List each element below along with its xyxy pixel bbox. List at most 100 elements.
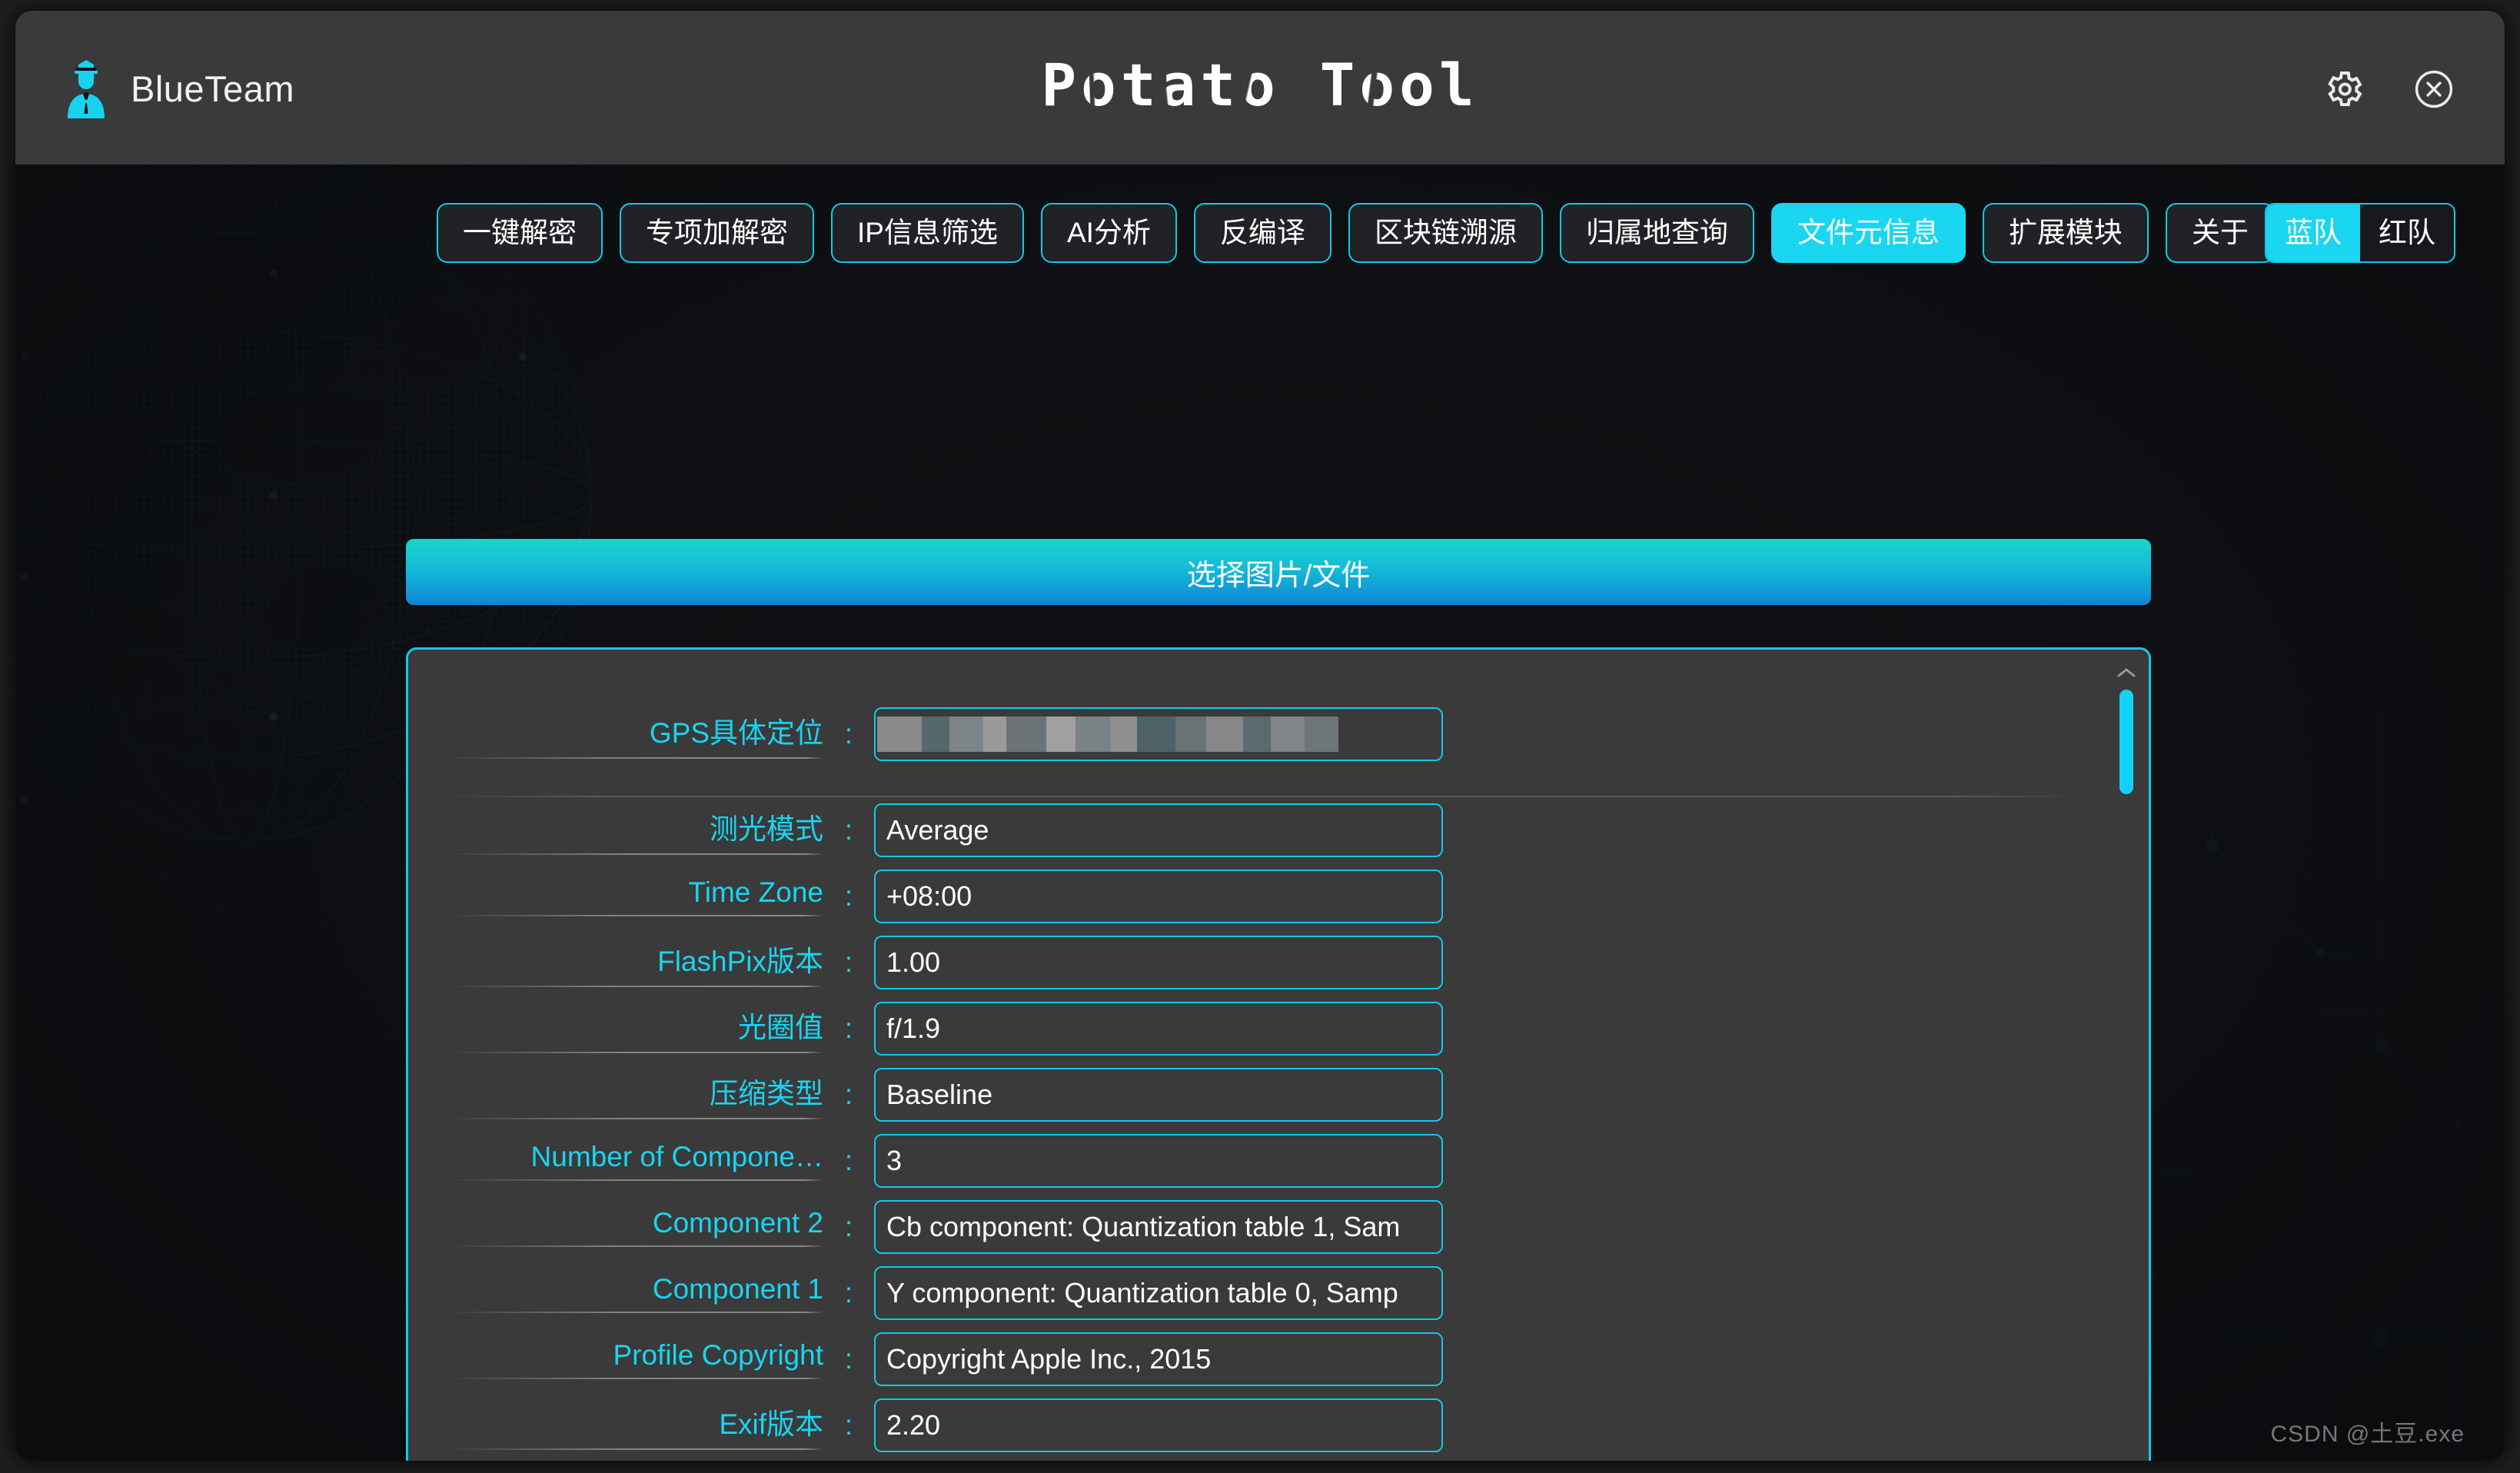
label-value-separator: : xyxy=(823,1012,874,1045)
tab-list: 一键解密 专项加解密 IP信息筛选 AI分析 反编译 区块链溯源 归属地查询 文… xyxy=(437,203,2275,263)
table-row: 压缩类型 : Baseline xyxy=(408,1062,2110,1128)
metadata-value[interactable]: f/1.9 xyxy=(874,1002,1443,1056)
label-underline xyxy=(447,986,823,987)
label-value-separator: : xyxy=(823,1409,874,1441)
app-root: BlueTeam Potato Tool xyxy=(0,0,2520,1473)
table-row: FlashPix版本 : 1.00 xyxy=(408,929,2110,996)
metadata-label-wrap: Time Zone xyxy=(439,876,823,916)
label-underline xyxy=(447,1118,823,1119)
metadata-label-wrap: Component 1 xyxy=(439,1273,823,1313)
metadata-label-wrap: 压缩类型 xyxy=(439,1070,823,1119)
metadata-value[interactable]: 3 xyxy=(874,1134,1443,1188)
metadata-label: 光圈值 xyxy=(439,1004,823,1046)
metadata-label-wrap: Component 2 xyxy=(439,1207,823,1247)
metadata-value[interactable]: Y component: Quantization table 0, Samp xyxy=(874,1266,1443,1320)
app-title-text: Potato Tool xyxy=(1041,51,1478,119)
label-underline xyxy=(447,1378,823,1379)
tab-about[interactable]: 关于 xyxy=(2166,203,2275,263)
tab-blockchain-trace[interactable]: 区块链溯源 xyxy=(1348,203,1543,263)
table-row: Profile Copyright : Copyright Apple Inc.… xyxy=(408,1326,2110,1392)
table-row: 光圈值 : f/1.9 xyxy=(408,996,2110,1062)
metadata-label: Profile Copyright xyxy=(439,1339,823,1372)
metadata-value[interactable]: Average xyxy=(874,803,1443,857)
watermark: CSDN @土豆.exe xyxy=(2271,1415,2465,1448)
table-row: 测光模式 : Average xyxy=(408,797,2110,863)
tab-location-lookup[interactable]: 归属地查询 xyxy=(1560,203,1754,263)
metadata-label: 测光模式 xyxy=(439,806,823,847)
metadata-label: GPS具体定位 xyxy=(439,710,823,751)
metadata-value[interactable]: Baseline xyxy=(874,1068,1443,1122)
metadata-row-list: GPS具体定位 : 3栋3/4层 xyxy=(408,650,2110,1461)
metadata-label-wrap: FlashPix版本 xyxy=(439,938,823,987)
table-row: Exif版本 : 2.20 xyxy=(408,1392,2110,1458)
title-bar: BlueTeam Potato Tool xyxy=(15,11,2505,165)
label-underline xyxy=(447,853,823,855)
tab-file-metadata[interactable]: 文件元信息 xyxy=(1771,203,1966,263)
gear-icon[interactable] xyxy=(2322,68,2365,111)
label-value-separator: : xyxy=(823,1277,874,1309)
table-row: Component 2 : Cb component: Quantization… xyxy=(408,1194,2110,1260)
label-value-separator: : xyxy=(823,1145,874,1177)
navigation-bar: 一键解密 专项加解密 IP信息筛选 AI分析 反编译 区块链溯源 归属地查询 文… xyxy=(15,203,2505,272)
window-controls xyxy=(2322,68,2455,111)
tab-extensions[interactable]: 扩展模块 xyxy=(1983,203,2149,263)
label-underline xyxy=(447,757,823,759)
metadata-label-wrap: Exif版本 xyxy=(439,1401,823,1450)
metadata-value[interactable]: Cb component: Quantization table 1, Sam xyxy=(874,1200,1443,1254)
table-row: Time Zone : +08:00 xyxy=(408,863,2110,929)
chevron-up-icon[interactable] xyxy=(2110,657,2143,688)
metadata-value[interactable]: +08:00 xyxy=(874,870,1443,923)
metadata-label: Time Zone xyxy=(439,876,823,909)
label-underline xyxy=(447,1448,823,1450)
metadata-panel: GPS具体定位 : 3栋3/4层 xyxy=(406,647,2151,1461)
close-circle-icon[interactable] xyxy=(2412,68,2455,111)
metadata-label: Exif版本 xyxy=(439,1401,823,1442)
label-underline xyxy=(447,1245,823,1247)
table-row: Component 1 : Y component: Quantization … xyxy=(408,1260,2110,1326)
label-value-separator: : xyxy=(823,1211,874,1243)
metadata-value-text: 3栋3/4层 xyxy=(886,718,996,750)
table-row: Number of Compone… : 3 xyxy=(408,1128,2110,1194)
scrollbar-track[interactable] xyxy=(2119,690,2133,1461)
metadata-label-wrap: 光圈值 xyxy=(439,1004,823,1053)
metadata-label-wrap: GPS具体定位 xyxy=(439,710,823,759)
page-title: Potato Tool xyxy=(15,51,2505,119)
metadata-label: 压缩类型 xyxy=(439,1070,823,1112)
metadata-label-wrap: 测光模式 xyxy=(439,806,823,855)
tab-special-encrypt-decrypt[interactable]: 专项加解密 xyxy=(620,203,814,263)
metadata-label: FlashPix版本 xyxy=(439,938,823,979)
tab-ai-analysis[interactable]: AI分析 xyxy=(1041,203,1177,263)
label-value-separator: : xyxy=(823,718,874,750)
label-underline xyxy=(447,915,823,916)
metadata-label-wrap: Profile Copyright xyxy=(439,1339,823,1379)
table-row: GPS Time-Stamp : 03:31:01.000 UTC xyxy=(408,1458,2110,1461)
team-option-red[interactable]: 红队 xyxy=(2360,204,2454,261)
tab-ip-filter[interactable]: IP信息筛选 xyxy=(831,203,1024,263)
label-value-separator: : xyxy=(823,946,874,979)
metadata-value[interactable]: Copyright Apple Inc., 2015 xyxy=(874,1332,1443,1386)
table-row: GPS具体定位 : 3栋3/4层 xyxy=(408,676,2110,793)
metadata-value[interactable]: 2.20 xyxy=(874,1398,1443,1452)
metadata-value[interactable]: 1.00 xyxy=(874,936,1443,989)
panel-scrollbar[interactable] xyxy=(2110,650,2143,1461)
label-underline xyxy=(447,1179,823,1181)
team-toggle: 蓝队 红队 xyxy=(2265,203,2455,263)
application-window: BlueTeam Potato Tool xyxy=(15,11,2505,1461)
body-area: 一键解密 专项加解密 IP信息筛选 AI分析 反编译 区块链溯源 归属地查询 文… xyxy=(15,165,2505,1461)
metadata-label-wrap: Number of Compone… xyxy=(439,1141,823,1181)
label-underline xyxy=(447,1312,823,1313)
tab-one-click-decrypt[interactable]: 一键解密 xyxy=(437,203,603,263)
label-value-separator: : xyxy=(823,1343,874,1375)
metadata-label: Number of Compone… xyxy=(439,1141,823,1173)
label-underline xyxy=(447,1052,823,1053)
label-value-separator: : xyxy=(823,814,874,846)
select-file-button[interactable]: 选择图片/文件 xyxy=(406,539,2151,605)
metadata-value-gps[interactable]: 3栋3/4层 xyxy=(874,707,1443,761)
team-option-blue[interactable]: 蓝队 xyxy=(2266,204,2360,261)
label-value-separator: : xyxy=(823,880,874,913)
scrollbar-thumb[interactable] xyxy=(2119,690,2133,794)
tab-decompile[interactable]: 反编译 xyxy=(1194,203,1331,263)
label-value-separator: : xyxy=(823,1079,874,1111)
metadata-label: Component 2 xyxy=(439,1207,823,1239)
metadata-label: Component 1 xyxy=(439,1273,823,1305)
